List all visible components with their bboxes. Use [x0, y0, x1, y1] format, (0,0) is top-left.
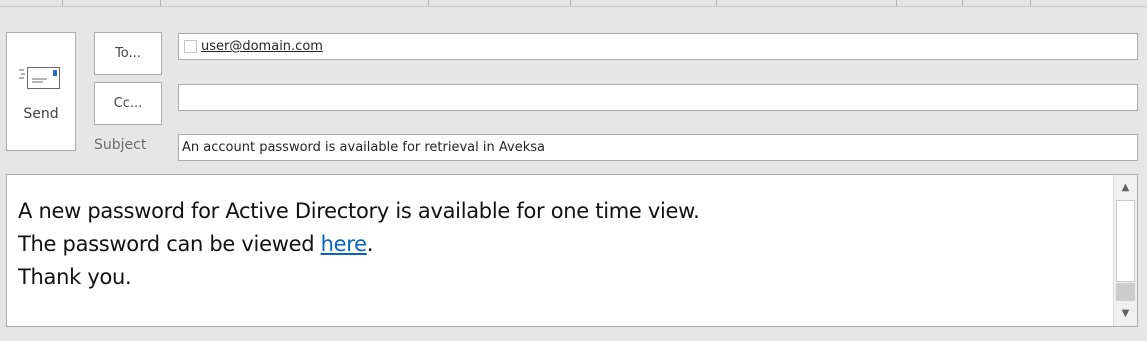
message-line-2-suffix: .	[366, 232, 374, 256]
ribbon-divider	[428, 0, 429, 6]
to-recipient[interactable]: user@domain.com	[201, 39, 323, 54]
subject-label: Subject	[94, 137, 147, 153]
ribbon-divider	[160, 0, 161, 6]
to-field[interactable]: user@domain.com	[178, 33, 1138, 60]
send-button-label: Send	[23, 106, 59, 122]
here-link[interactable]: here	[321, 232, 367, 256]
message-body-text: A new password for Active Directory is a…	[18, 195, 700, 294]
ribbon-divider	[570, 0, 571, 6]
message-line-2-prefix: The password can be viewed	[18, 232, 321, 256]
scroll-down-arrow-icon[interactable]: ▼	[1114, 303, 1137, 324]
ribbon-divider	[62, 0, 63, 6]
scrollbar-thumb[interactable]	[1116, 200, 1135, 282]
ribbon-divider	[896, 0, 897, 6]
message-line-2: The password can be viewed here.	[18, 228, 699, 261]
message-line-1: A new password for Active Directory is a…	[18, 199, 700, 223]
message-body[interactable]: A new password for Active Directory is a…	[6, 174, 1138, 327]
send-button[interactable]: Send	[6, 32, 76, 151]
send-envelope-icon	[19, 67, 60, 89]
scroll-up-arrow-icon[interactable]: ▲	[1114, 177, 1137, 198]
message-line-3: Thank you.	[18, 265, 132, 289]
ribbon-divider	[1030, 0, 1031, 6]
ribbon-divider	[716, 0, 717, 6]
cc-button[interactable]: Cc...	[94, 82, 162, 125]
cc-field[interactable]	[178, 84, 1138, 111]
to-button[interactable]: To...	[94, 32, 162, 75]
subject-field[interactable]: An account password is available for ret…	[178, 134, 1138, 161]
vertical-scrollbar[interactable]: ▲ ▼	[1113, 175, 1137, 326]
recipient-checkbox-icon	[184, 40, 197, 53]
scrollbar-track[interactable]	[1116, 283, 1135, 301]
ribbon-bottom-edge	[0, 0, 1147, 7]
ribbon-divider	[962, 0, 963, 6]
